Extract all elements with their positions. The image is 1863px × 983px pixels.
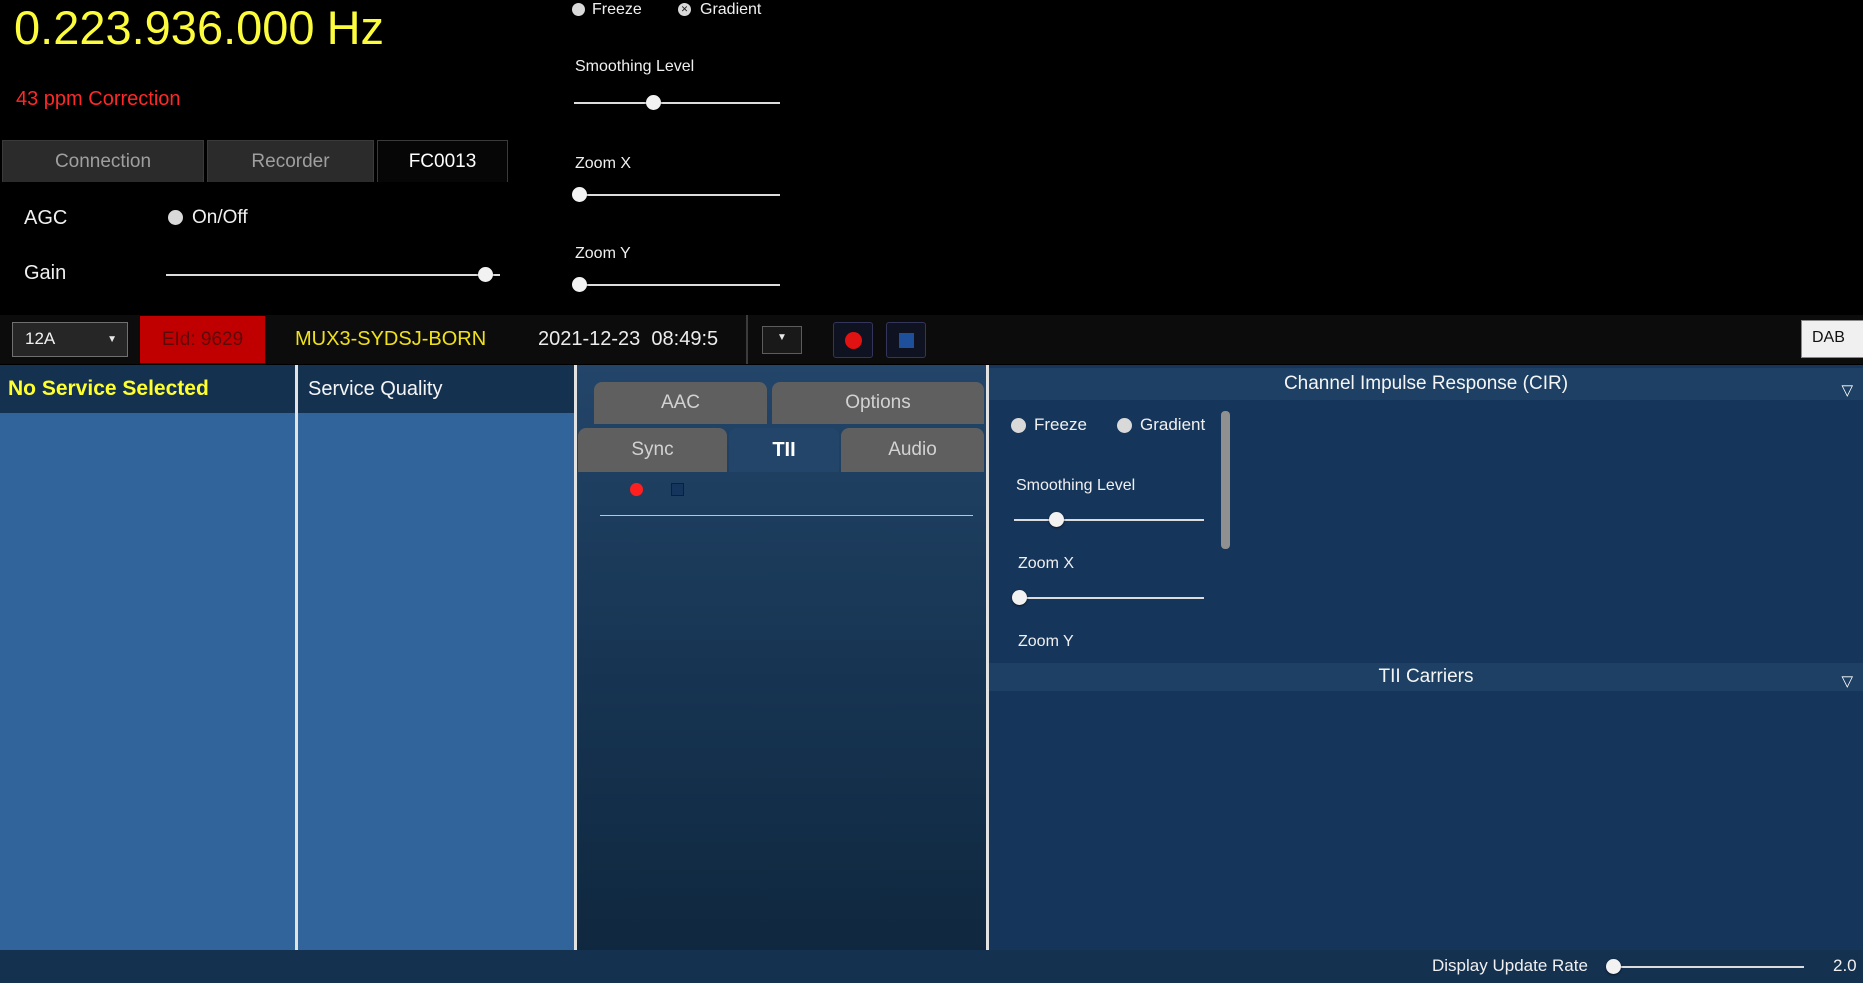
service-quality-body [298, 413, 574, 432]
smoothing-slider-track[interactable] [574, 102, 780, 104]
cir-header: Channel Impulse Response (CIR) ▽ [989, 368, 1863, 400]
eid-badge: EId: 9629 [140, 316, 265, 363]
tab-fc0013[interactable]: FC0013 [377, 140, 508, 182]
freeze-checkbox-icon[interactable] [572, 3, 585, 16]
zoom-y-slider-track[interactable] [574, 284, 780, 286]
channel-bar: 12A ▼ EId: 9629 MUX3-SYDSJ-BORN 2021-12-… [0, 315, 1863, 364]
frequency-value: 0.223.936.000 [14, 1, 315, 54]
chevron-down-icon: ▼ [777, 332, 787, 343]
tab-sync[interactable]: Sync [578, 428, 727, 472]
cir-zoom-y-label: Zoom Y [1018, 633, 1074, 651]
stop-button[interactable] [886, 322, 926, 358]
gain-slider-thumb[interactable] [478, 267, 493, 282]
chevron-down-icon: ▼ [107, 334, 117, 345]
tii-chart[interactable] [1000, 689, 1863, 949]
gain-label: Gain [24, 262, 66, 285]
service-quality-header: Service Quality [298, 365, 574, 413]
smoothing-slider-thumb[interactable] [646, 95, 661, 110]
record-button[interactable] [833, 322, 873, 358]
smoothing-slider-ticks [574, 88, 780, 96]
cir-zoom-x-slider-thumb[interactable] [1012, 590, 1027, 605]
channel-bar-divider [746, 315, 748, 364]
display-update-rate-thumb[interactable] [1606, 959, 1621, 974]
agc-onoff-label: On/Off [192, 207, 248, 229]
record-icon [845, 332, 862, 349]
cir-smoothing-slider-ticks [1014, 505, 1204, 513]
cir-smoothing-label: Smoothing Level [1016, 477, 1135, 495]
cir-gradient-label: Gradient [1140, 415, 1205, 435]
zoom-x-slider-thumb[interactable] [572, 187, 587, 202]
gain-slider[interactable] [166, 265, 500, 285]
ppm-correction: 43 ppm Correction [16, 88, 181, 111]
service-quality-panel: Service Quality [298, 365, 574, 950]
record-indicator[interactable] [630, 483, 643, 496]
bottom-bar: Display Update Rate 2.0 [0, 950, 1863, 983]
frequency-display: 0.223.936.000Hz [14, 0, 384, 55]
freeze-label: Freeze [592, 1, 642, 19]
cir-freeze-label: Freeze [1034, 415, 1087, 435]
agc-radio[interactable] [168, 210, 183, 225]
gradient-checkbox-icon[interactable]: ✕ [678, 3, 691, 16]
tab-recorder[interactable]: Recorder [207, 140, 374, 182]
cir-zoom-x-label: Zoom X [1018, 555, 1074, 573]
display-update-rate-label: Display Update Rate [1432, 956, 1588, 976]
cir-chart[interactable] [1250, 400, 1863, 658]
tab-audio[interactable]: Audio [841, 428, 984, 472]
cir-zoom-x-slider-track[interactable] [1014, 597, 1204, 599]
tab-tii[interactable]: TII [729, 428, 839, 472]
dropdown-button[interactable]: ▼ [762, 326, 802, 354]
cir-gradient-radio[interactable] [1117, 418, 1132, 433]
stop-indicator[interactable] [671, 483, 684, 496]
section-divider [600, 515, 973, 516]
frequency-unit: Hz [327, 1, 384, 54]
decoder-panel: AAC Options Sync TII Audio [577, 365, 986, 950]
cir-smoothing-slider-thumb[interactable] [1049, 512, 1064, 527]
cir-title: Channel Impulse Response (CIR) [1284, 373, 1568, 394]
service-list-header: No Service Selected [0, 365, 295, 413]
ensemble-label: MUX3-SYDSJ-BORN [295, 328, 486, 351]
eid-value: EId: 9629 [162, 329, 243, 350]
stop-icon [899, 333, 914, 348]
cir-smoothing-slider-track[interactable] [1014, 519, 1204, 521]
zoom-x-slider-track[interactable] [574, 194, 780, 196]
app-window: 0.223.936.000Hz 43 ppm Correction Connec… [0, 0, 1863, 983]
tii-info-table [577, 541, 986, 651]
tab-options[interactable]: Options [772, 382, 984, 424]
cir-freeze-radio[interactable] [1011, 418, 1026, 433]
tab-aac[interactable]: AAC [594, 382, 767, 424]
mode-select-value: DAB [1812, 329, 1845, 347]
smoothing-label: Smoothing Level [575, 58, 694, 76]
zoom-x-label: Zoom X [575, 155, 631, 173]
spectrum-chart[interactable] [877, 0, 1863, 306]
display-update-rate-track[interactable] [1612, 966, 1804, 968]
gradient-label: Gradient [700, 1, 761, 19]
zoom-y-slider-thumb[interactable] [572, 277, 587, 292]
agc-label: AGC [24, 207, 67, 230]
gain-slider-track[interactable] [166, 274, 500, 276]
scrollbar[interactable] [1221, 411, 1230, 549]
channel-select[interactable]: 12A ▼ [12, 322, 128, 357]
datetime-label: 2021-12-23 08:49:5 [538, 328, 718, 351]
channel-select-value: 12A [25, 329, 55, 349]
service-list-panel: No Service Selected [0, 365, 295, 950]
mode-select[interactable]: DAB [1801, 320, 1863, 358]
tab-connection[interactable]: Connection [2, 140, 204, 182]
tii-title: TII Carriers [1379, 666, 1474, 687]
display-update-rate-value: 2.0 [1833, 956, 1857, 976]
tuner-tabs: Connection Recorder FC0013 [2, 140, 508, 182]
tii-header: TII Carriers ▽ [989, 663, 1863, 691]
zoom-y-label: Zoom Y [575, 245, 631, 263]
